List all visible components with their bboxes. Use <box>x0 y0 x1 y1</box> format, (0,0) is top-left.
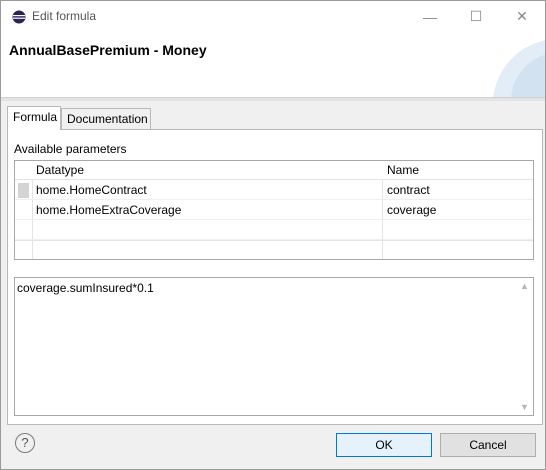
dialog-header: AnnualBasePremium - Money <box>1 32 545 98</box>
table-row-empty <box>15 221 533 240</box>
column-header-name[interactable]: Name <box>387 163 419 177</box>
ok-button[interactable]: OK <box>336 433 432 457</box>
header-banner-graphic <box>493 40 545 97</box>
edit-formula-dialog: Edit formula — ☐ ✕ AnnualBasePremium - M… <box>0 0 546 470</box>
table-row[interactable]: home.HomeExtraCoverage coverage <box>15 201 533 220</box>
scroll-up-arrow-icon[interactable]: ▲ <box>520 281 529 291</box>
maximize-button[interactable]: ☐ <box>453 1 499 32</box>
formula-tab-panel: Available parameters Datatype Name home.… <box>7 129 543 425</box>
title-bar: Edit formula — ☐ ✕ <box>1 1 545 32</box>
column-header-datatype[interactable]: Datatype <box>36 163 84 177</box>
name-cell: coverage <box>387 203 437 217</box>
table-row-divider <box>15 240 533 241</box>
scroll-down-arrow-icon[interactable]: ▼ <box>520 402 529 412</box>
row-selector[interactable] <box>18 183 29 198</box>
close-button[interactable]: ✕ <box>499 1 545 32</box>
datatype-cell: home.HomeExtraCoverage <box>36 203 182 217</box>
window-title: Edit formula <box>32 9 97 23</box>
tab-formula[interactable]: Formula <box>7 106 61 130</box>
cancel-button[interactable]: Cancel <box>440 433 536 457</box>
table-header-row: Datatype Name <box>15 161 533 180</box>
help-icon[interactable]: ? <box>15 433 35 453</box>
dialog-title: AnnualBasePremium - Money <box>9 42 207 58</box>
header-separator <box>1 98 545 101</box>
available-parameters-label: Available parameters <box>14 142 127 156</box>
minimize-button[interactable]: — <box>407 1 453 32</box>
eclipse-icon <box>12 10 26 24</box>
parameters-table[interactable]: Datatype Name home.HomeContract contract… <box>14 160 534 260</box>
datatype-cell: home.HomeContract <box>36 183 147 197</box>
formula-text[interactable]: coverage.sumInsured*0.1 <box>17 281 154 295</box>
editor-scrollbar[interactable]: ▲ ▼ <box>516 278 533 415</box>
formula-editor[interactable]: coverage.sumInsured*0.1 ▲ ▼ <box>14 277 534 416</box>
name-cell: contract <box>387 183 430 197</box>
tab-documentation[interactable]: Documentation <box>61 108 151 130</box>
table-row[interactable]: home.HomeContract contract <box>15 181 533 200</box>
